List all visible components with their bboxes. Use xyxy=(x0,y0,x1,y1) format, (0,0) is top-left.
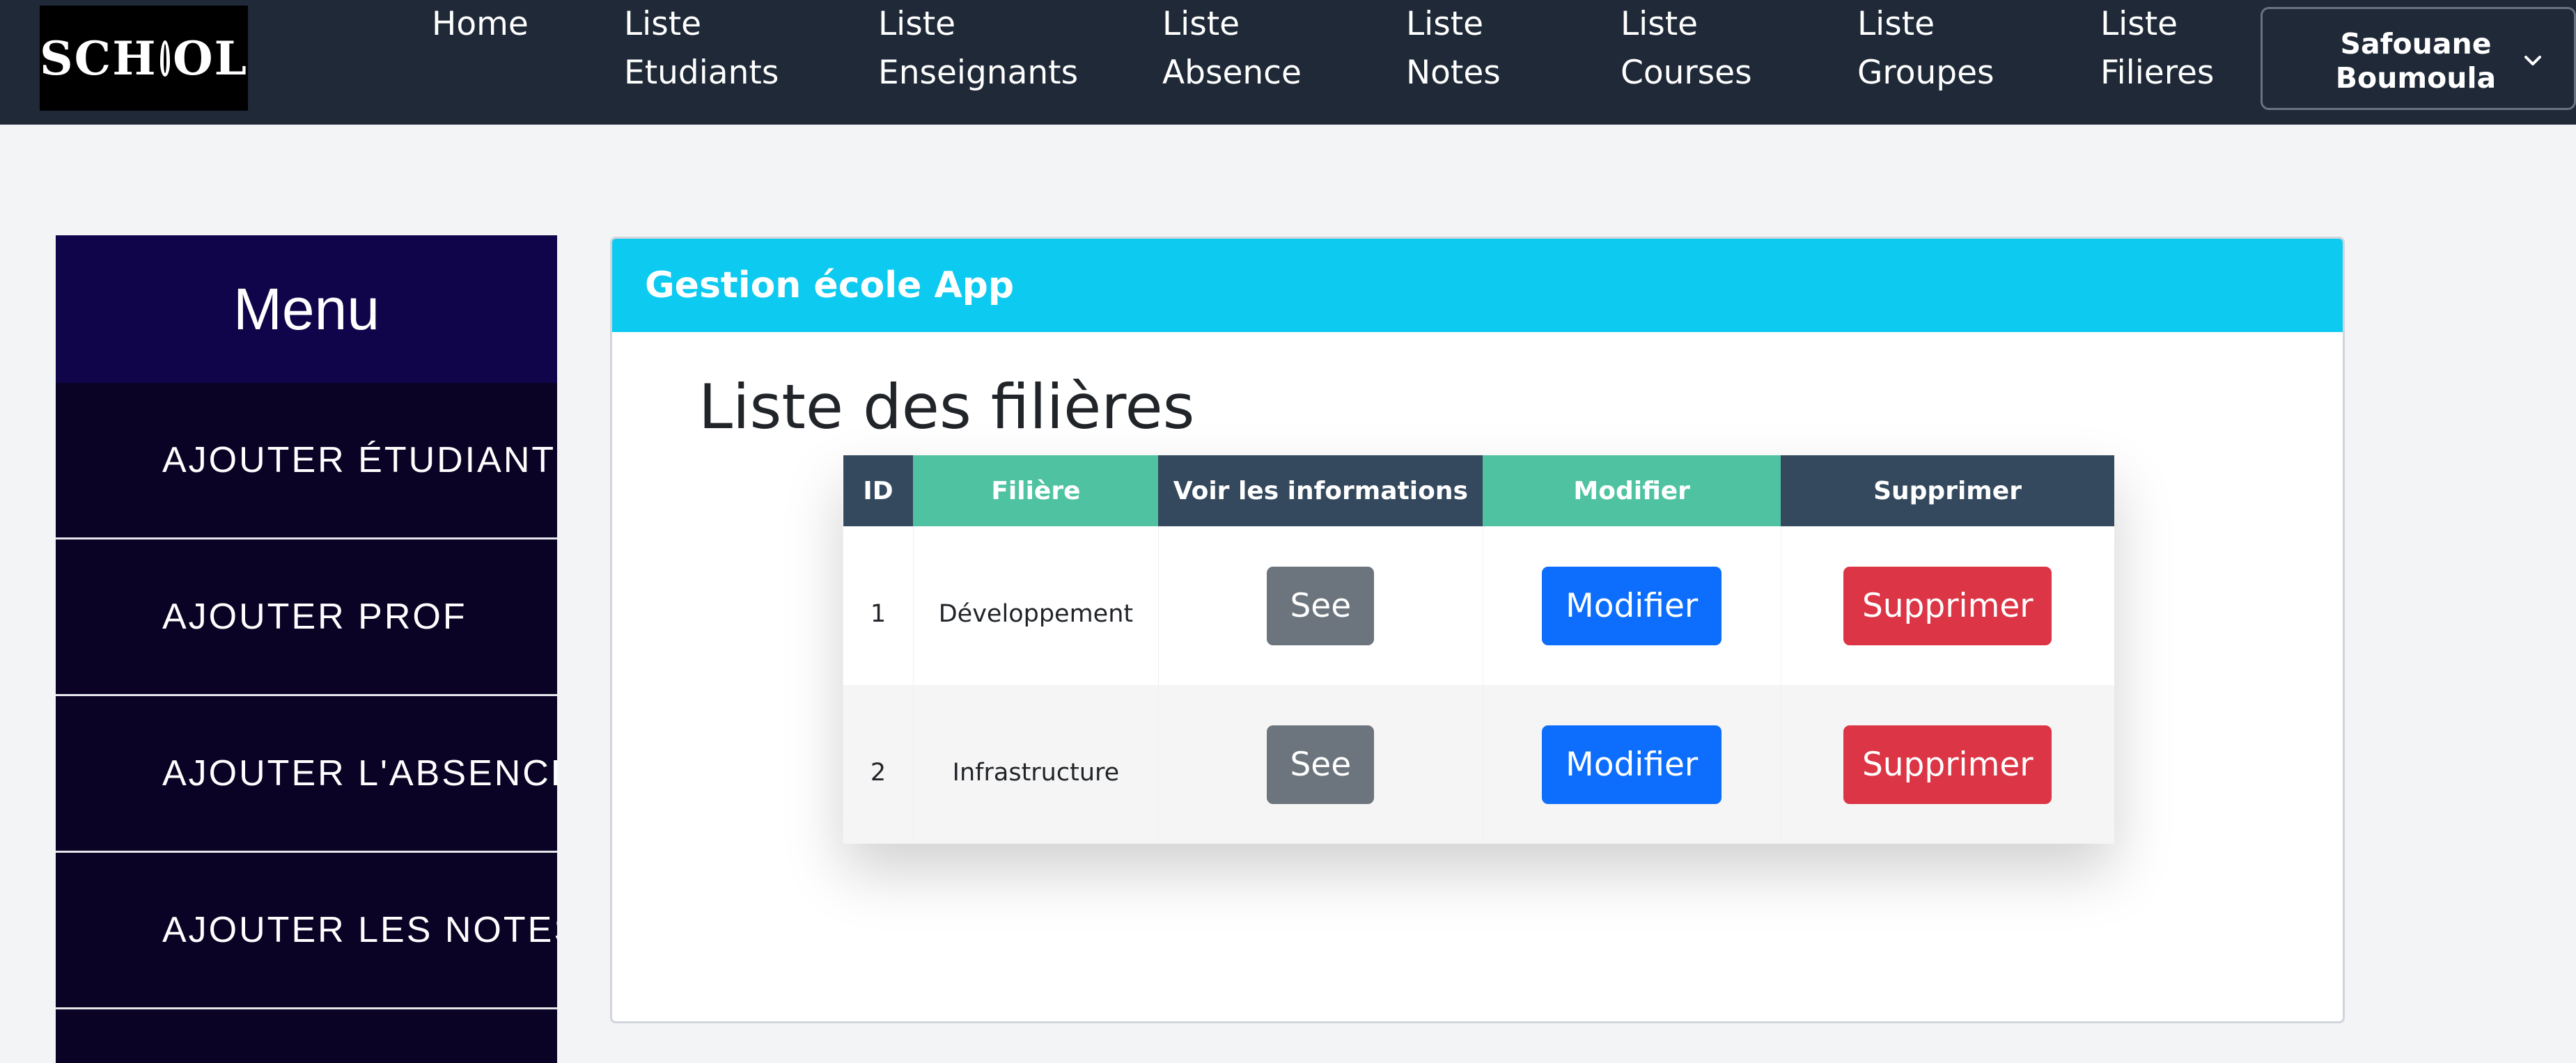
cell-modify: Modifier xyxy=(1482,526,1781,685)
cell-delete: Supprimer xyxy=(1780,526,2114,685)
school-logo[interactable]: SCH OL xyxy=(40,6,248,111)
cell-filiere: Développement xyxy=(912,526,1159,685)
table-row: 2 Infrastructure See Modifier Supprimer xyxy=(843,685,2114,844)
supprimer-button[interactable]: Supprimer xyxy=(1843,725,2052,804)
cell-modify: Modifier xyxy=(1482,685,1781,844)
column-header-filiere: Filière xyxy=(913,455,1159,526)
table-header-row: ID Filière Voir les informations Modifie… xyxy=(843,455,2114,526)
nav-link-liste-notes[interactable]: Liste Notes xyxy=(1406,0,1501,97)
logo-drop-icon xyxy=(159,40,171,77)
sidebar-item-ajouter-absence[interactable]: AJOUTER L'ABSENCE xyxy=(56,696,557,853)
top-navbar: SCH OL Home Liste Etudiants Liste Enseign… xyxy=(0,0,2576,125)
user-name: Safouane Boumoula xyxy=(2335,27,2497,95)
see-button[interactable]: See xyxy=(1267,566,1375,645)
see-button[interactable]: See xyxy=(1267,725,1375,804)
sidebar: Menu AJOUTER ÉTUDIANT AJOUTER PROF AJOUT… xyxy=(56,235,557,1063)
cell-see: See xyxy=(1157,685,1483,844)
sidebar-item-ajouter-prof[interactable]: AJOUTER PROF xyxy=(56,540,557,696)
page-title: Liste des filières xyxy=(698,371,1195,443)
nav-link-liste-absence[interactable]: Liste Absence xyxy=(1162,0,1302,97)
column-header-id: ID xyxy=(843,455,914,526)
sidebar-item-ajouter-notes[interactable]: AJOUTER LES NOTES xyxy=(56,853,557,1009)
modifier-button[interactable]: Modifier xyxy=(1542,566,1722,645)
filieres-table: ID Filière Voir les informations Modifie… xyxy=(843,455,2114,844)
sidebar-item-ajouter-etudiant[interactable]: AJOUTER ÉTUDIANT xyxy=(56,383,557,540)
nav-link-liste-courses[interactable]: Liste Courses xyxy=(1621,0,1752,97)
supprimer-button[interactable]: Supprimer xyxy=(1843,566,2052,645)
column-header-voir: Voir les informations xyxy=(1158,455,1483,526)
chevron-down-icon xyxy=(2524,56,2541,65)
sidebar-title: Menu xyxy=(56,235,557,383)
nav-link-liste-enseignants[interactable]: Liste Enseignants xyxy=(878,0,1078,97)
nav-link-liste-groupes[interactable]: Liste Groupes xyxy=(1857,0,1995,97)
nav-link-liste-etudiants[interactable]: Liste Etudiants xyxy=(624,0,779,97)
column-header-modifier: Modifier xyxy=(1483,455,1781,526)
cell-see: See xyxy=(1157,526,1483,685)
nav-link-home[interactable]: Home xyxy=(432,0,529,49)
cell-filiere: Infrastructure xyxy=(912,685,1159,844)
cell-delete: Supprimer xyxy=(1780,685,2114,844)
modifier-button[interactable]: Modifier xyxy=(1542,725,1722,804)
user-menu-button[interactable]: Safouane Boumoula xyxy=(2261,7,2576,110)
card-header: Gestion école App xyxy=(612,239,2343,332)
main-card: Gestion école App Liste des filières ID … xyxy=(610,237,2345,1023)
table-row: 1 Développement See Modifier Supprimer xyxy=(843,526,2114,685)
nav-link-liste-filieres[interactable]: Liste Filieres xyxy=(2100,0,2214,97)
column-header-supprimer: Supprimer xyxy=(1781,455,2114,526)
cell-id: 2 xyxy=(843,685,914,844)
cell-id: 1 xyxy=(843,526,914,685)
